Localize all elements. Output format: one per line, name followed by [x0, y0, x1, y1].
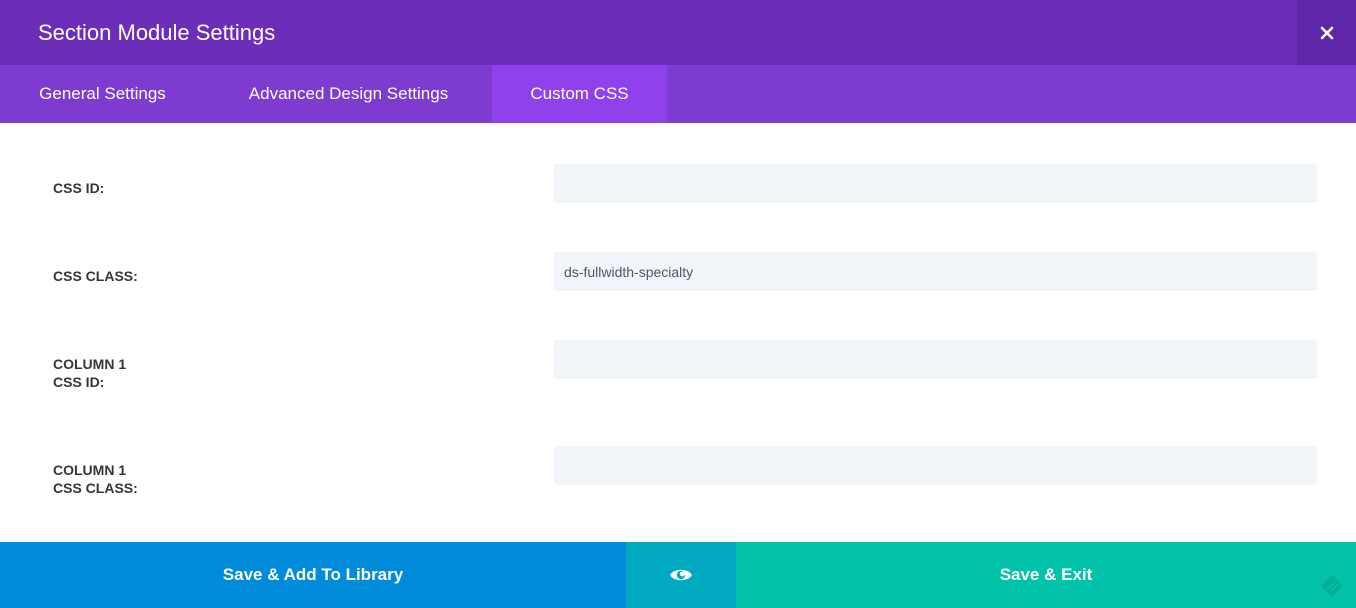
tab-label: Advanced Design Settings [248, 84, 449, 103]
column1-css-class-label-line2: CSS CLASS: [53, 480, 138, 496]
tab-bar: General Settings Advanced Design Setting… [0, 65, 1356, 123]
tab-advanced-design-settings[interactable]: Advanced Design Settings [205, 65, 492, 123]
modal-header: Section Module Settings [0, 0, 1356, 65]
css-class-input[interactable] [554, 252, 1317, 291]
modal-title: Section Module Settings [38, 20, 276, 45]
modal-footer: Save & Add To Library Save & Exit [0, 542, 1356, 608]
settings-content: CSS ID: CSS CLASS: COLUMN 1 CSS ID: COLU… [0, 123, 1356, 542]
tab-label: Custom CSS [530, 84, 629, 103]
tab-general-settings[interactable]: General Settings [0, 65, 205, 123]
save-add-to-library-button[interactable]: Save & Add To Library [0, 542, 626, 608]
css-class-label-text: CSS CLASS: [53, 268, 138, 284]
css-id-label: CSS ID: [53, 179, 104, 197]
preview-button[interactable] [626, 542, 736, 608]
close-button[interactable] [1297, 0, 1356, 65]
column1-css-id-label-line2: CSS ID: [53, 374, 105, 390]
column1-css-class-label: COLUMN 1 CSS CLASS: [53, 461, 138, 497]
tab-label: General Settings [39, 84, 166, 103]
css-id-label-text: CSS ID: [53, 180, 105, 196]
column1-css-id-label: COLUMN 1 CSS ID: [53, 355, 126, 391]
resize-handle-icon[interactable] [1320, 574, 1344, 598]
css-class-label: CSS CLASS: [53, 267, 138, 285]
save-add-to-library-label: Save & Add To Library [222, 565, 404, 584]
column1-css-id-label-line1: COLUMN 1 [53, 356, 127, 372]
column1-css-id-input[interactable] [554, 340, 1317, 379]
column1-css-class-label-line1: COLUMN 1 [53, 462, 127, 478]
column1-css-class-input[interactable] [554, 446, 1317, 485]
save-exit-button[interactable]: Save & Exit [736, 542, 1356, 608]
css-id-input[interactable] [554, 164, 1317, 203]
close-icon [1320, 26, 1333, 39]
tab-custom-css[interactable]: Custom CSS [492, 65, 667, 123]
eye-icon [670, 569, 692, 581]
save-exit-label: Save & Exit [999, 565, 1093, 584]
